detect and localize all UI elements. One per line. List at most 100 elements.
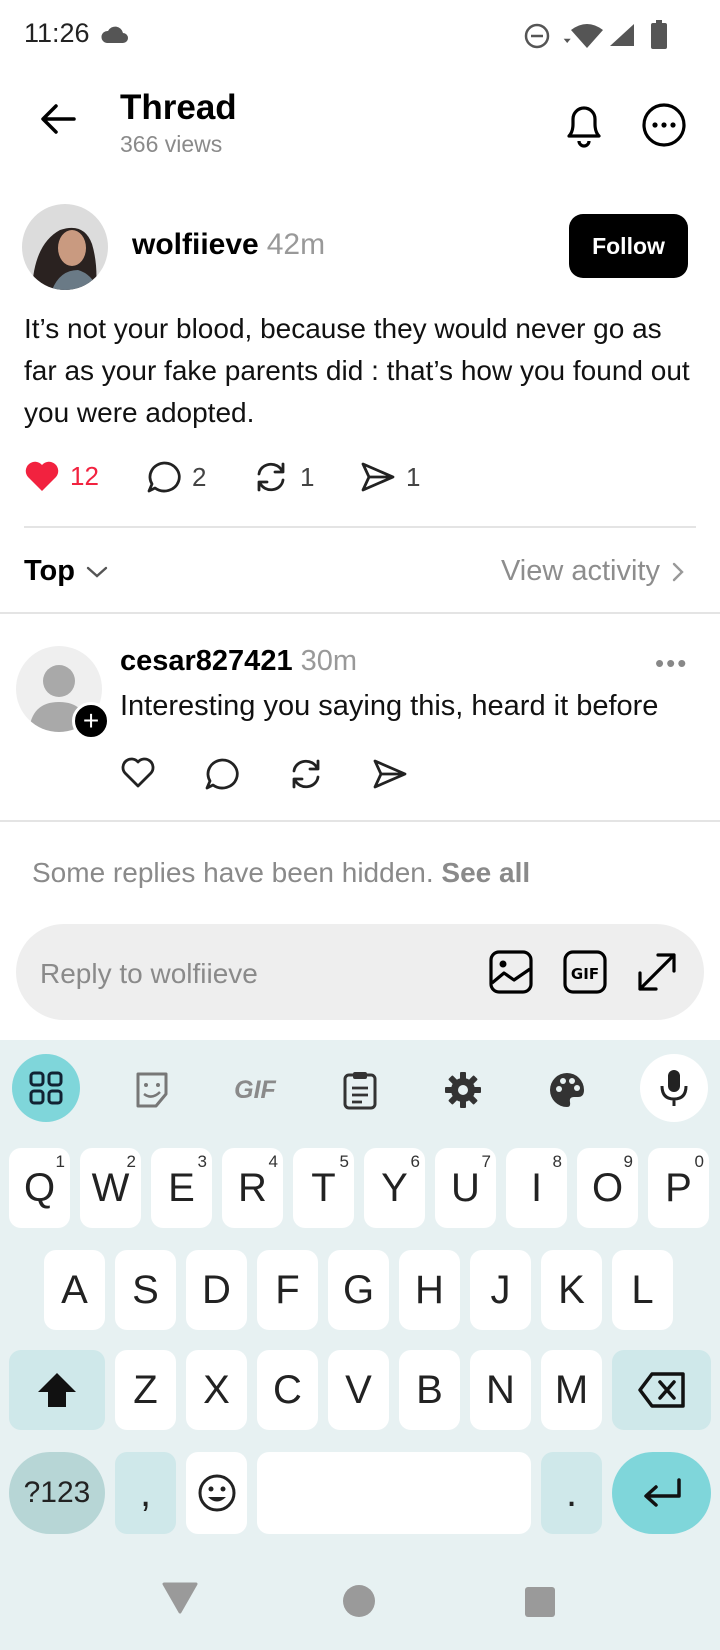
reply-share-icon[interactable] [372,757,408,791]
key-t[interactable]: T5 [293,1148,354,1228]
key-hint: 4 [268,1152,278,1171]
key-b[interactable]: B [399,1350,460,1430]
battery-icon [650,20,668,50]
key-y[interactable]: Y6 [364,1148,425,1228]
key-d-label: D [202,1267,231,1312]
username-text[interactable]: wolfiieve [132,228,259,261]
expand-icon[interactable] [634,949,680,995]
nav-home-icon[interactable] [342,1584,376,1618]
key-j[interactable]: J [470,1250,531,1330]
hidden-replies-text: Some replies have been hidden. [32,857,434,888]
period-key[interactable]: . [541,1452,602,1534]
reply-username-text[interactable]: cesar827421 [120,645,293,677]
key-m[interactable]: M [541,1350,602,1430]
post-time: 42m [266,228,326,261]
key-n[interactable]: N [470,1350,531,1430]
key-r-label: R [238,1165,267,1210]
status-time: 11:26 [24,18,90,48]
key-d[interactable]: D [186,1250,247,1330]
sort-label: Top [24,555,75,587]
divider [0,820,720,822]
sticker-icon[interactable] [122,1060,182,1120]
key-z-label: Z [133,1367,158,1412]
key-k-label: K [558,1267,585,1312]
shift-key[interactable] [9,1350,105,1430]
key-i[interactable]: I8 [506,1148,567,1228]
key-v[interactable]: V [328,1350,389,1430]
key-p[interactable]: P0 [648,1148,709,1228]
like-button[interactable]: 12 [24,460,99,492]
key-s[interactable]: S [115,1250,176,1330]
comment-button[interactable]: 2 [146,460,206,494]
key-b-label: B [416,1367,443,1412]
emoji-icon [198,1474,235,1512]
key-c-label: C [273,1367,302,1412]
reply-more-icon[interactable]: ••• [655,648,688,679]
reply-repost-icon[interactable] [287,757,325,791]
key-r[interactable]: R4 [222,1148,283,1228]
reply-comment-icon[interactable] [204,757,240,791]
apps-grid-icon[interactable] [12,1054,80,1122]
comma-key[interactable]: , [115,1452,176,1534]
reply-placeholder: Reply to wolfiieve [40,958,258,989]
key-z[interactable]: Z [115,1350,176,1430]
key-hint: 7 [481,1152,491,1171]
nav-recents-icon[interactable] [524,1586,556,1618]
key-p-label: P [665,1165,692,1210]
key-f-label: F [275,1267,300,1312]
key-w[interactable]: W2 [80,1148,141,1228]
enter-key[interactable] [612,1452,711,1534]
comment-count: 2 [192,461,207,492]
wifi-icon [563,22,603,50]
more-options-icon[interactable] [641,102,687,148]
key-l[interactable]: L [612,1250,673,1330]
microphone-icon[interactable] [640,1054,708,1122]
emoji-key[interactable] [186,1452,247,1534]
bell-icon[interactable] [563,102,605,148]
view-activity-link[interactable]: View activity [501,555,686,588]
key-h[interactable]: H [399,1250,460,1330]
sort-dropdown[interactable]: Top [24,555,109,588]
gif-icon[interactable]: GIF [225,1060,285,1120]
key-e[interactable]: E3 [151,1148,212,1228]
back-arrow-icon[interactable] [40,103,76,135]
space-key[interactable] [257,1452,531,1534]
key-c[interactable]: C [257,1350,318,1430]
nav-back-icon[interactable] [162,1582,198,1614]
keyboard-gif-label: GIF [234,1075,276,1104]
key-x-label: X [203,1367,230,1412]
key-q[interactable]: Q1 [9,1148,70,1228]
key-x[interactable]: X [186,1350,247,1430]
keyboard [0,1040,720,1650]
reply-like-icon[interactable] [120,757,156,789]
key-a[interactable]: A [44,1250,105,1330]
clipboard-icon[interactable] [330,1060,390,1120]
key-k[interactable]: K [541,1250,602,1330]
key-f[interactable]: F [257,1250,318,1330]
backspace-icon [637,1372,685,1408]
key-u[interactable]: U7 [435,1148,496,1228]
chevron-down-icon [86,566,108,578]
post-username[interactable]: wolfiieve 42m [132,228,325,262]
settings-gear-icon[interactable] [433,1060,493,1120]
key-i-label: I [530,1165,543,1210]
key-e-label: E [168,1165,195,1210]
avatar[interactable] [22,204,108,290]
reply-username[interactable]: cesar827421 30m [120,645,357,678]
view-activity-label: View activity [500,555,660,587]
key-v-label: V [345,1367,372,1412]
reply-text: Interesting you saying this, heard it be… [120,690,659,722]
symbols-key[interactable]: ?123 [9,1452,105,1534]
follow-plus-icon[interactable]: + [72,702,110,740]
repost-button[interactable]: 1 [252,460,314,494]
palette-icon[interactable] [537,1060,597,1120]
reply-input[interactable]: Reply to wolfiieve GIF [16,924,704,1020]
backspace-key[interactable] [612,1350,711,1430]
key-o[interactable]: O9 [577,1148,638,1228]
follow-button[interactable]: Follow [569,214,688,278]
image-icon[interactable] [488,949,534,995]
gif-icon[interactable]: GIF [562,949,608,995]
key-g[interactable]: G [328,1250,389,1330]
see-all-link[interactable]: See all [441,857,530,888]
share-button[interactable]: 1 [360,460,420,494]
